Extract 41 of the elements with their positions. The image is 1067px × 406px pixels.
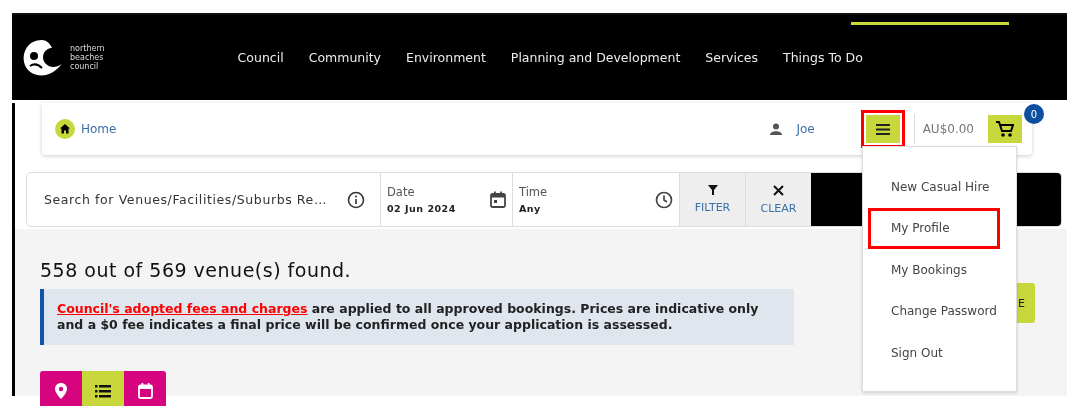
menu-item[interactable]: Sign Out — [868, 332, 1000, 374]
clock-icon — [655, 190, 673, 209]
clear-button[interactable]: CLEAR — [745, 173, 811, 226]
nav-link[interactable]: Things To Do — [783, 50, 863, 65]
close-icon — [773, 184, 784, 196]
nav-link[interactable]: Planning and Development — [510, 50, 681, 65]
list-view-button[interactable] — [82, 371, 124, 406]
results-count: 558 out of 569 venue(s) found. — [40, 259, 352, 281]
menu-item[interactable]: My Bookings — [868, 249, 1000, 291]
menu-item[interactable]: Change Password — [868, 290, 1000, 332]
map-pin-icon — [55, 383, 67, 399]
user-icon — [770, 123, 783, 135]
cart-count-badge: 0 — [1024, 104, 1044, 124]
side-button[interactable]: E — [1015, 283, 1035, 323]
home-link[interactable]: Home — [81, 122, 117, 136]
menu-item[interactable]: New Casual Hire — [868, 166, 1000, 208]
info-icon[interactable] — [347, 190, 365, 209]
nav-link[interactable]: Services — [705, 50, 759, 65]
map-view-button[interactable] — [40, 371, 82, 406]
menu-icon — [875, 123, 890, 135]
search-field[interactable]: Search for Venues/Facilities/Suburbs Re… — [27, 173, 344, 226]
date-field[interactable]: Date 02 Jun 2024 — [380, 173, 512, 226]
list-icon — [95, 384, 111, 398]
user-link[interactable]: Joe — [796, 122, 815, 136]
calendar-view-button[interactable] — [124, 371, 166, 406]
logo-text: northern — [70, 44, 105, 53]
cart-button[interactable] — [988, 115, 1022, 143]
logo-text: council — [70, 62, 100, 71]
calendar-icon — [490, 191, 506, 208]
nav-link[interactable]: Council — [237, 50, 284, 65]
fees-notice: Council's adopted fees and charges are applied to all approved bookings. Prices are indicative only and a $0 fee indicates a final price will be confirmed once your application is assessed. — [40, 289, 794, 345]
nav-link[interactable]: Community — [308, 50, 381, 65]
cart-total: AU$0.00 — [922, 122, 974, 136]
nav-link[interactable]: Environment — [406, 50, 486, 65]
cart-icon — [996, 121, 1014, 137]
menu-item[interactable]: My Profile — [868, 207, 1000, 249]
home-icon[interactable] — [55, 119, 75, 139]
filter-icon — [707, 185, 718, 195]
filter-button[interactable]: FILTER — [679, 173, 745, 226]
calendar-icon — [137, 383, 153, 399]
logo-text: beaches — [70, 53, 105, 62]
